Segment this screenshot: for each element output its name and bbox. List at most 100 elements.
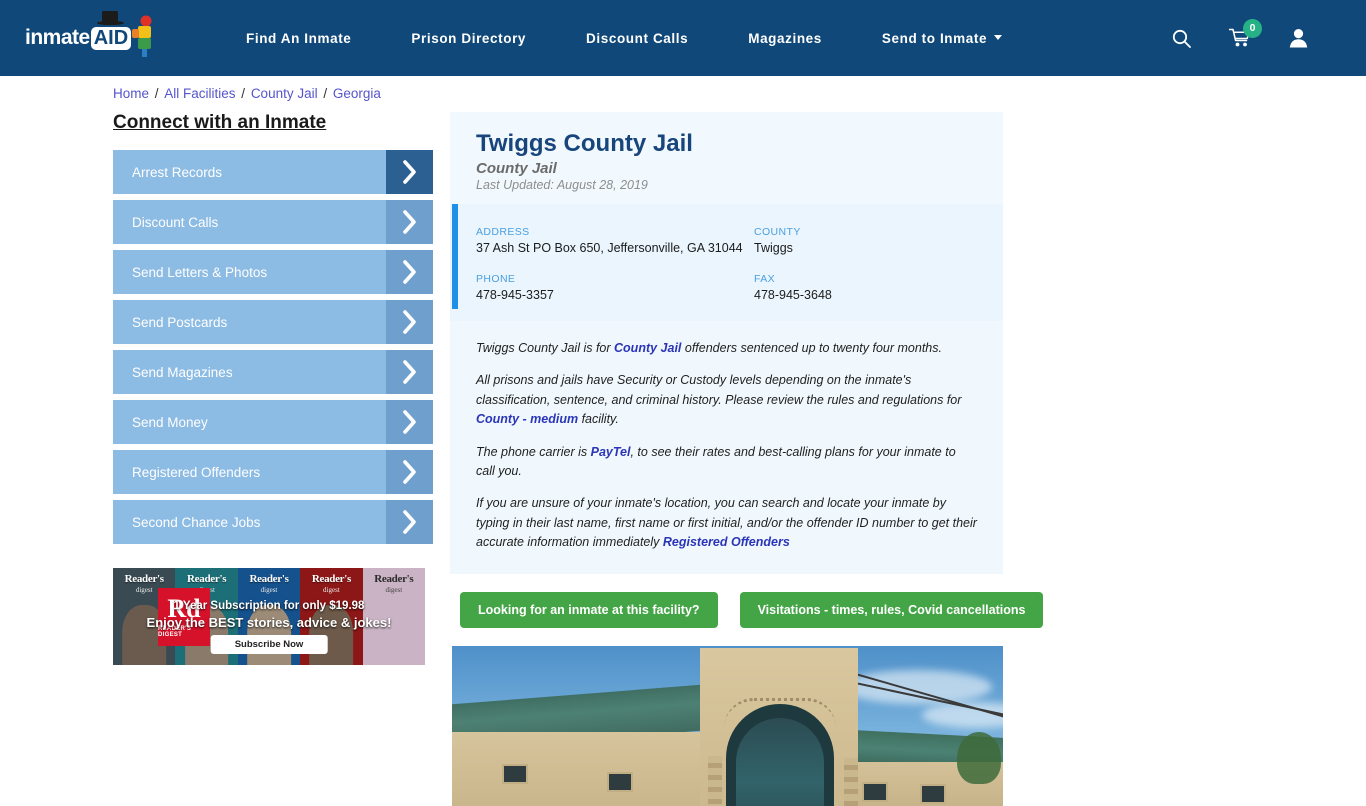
header-icon-group: 0	[1172, 19, 1308, 48]
chevron-right-icon	[386, 300, 433, 344]
ad-cover-title: Reader's	[124, 573, 164, 585]
breadcrumb-item-all-facilities[interactable]: All Facilities	[164, 86, 235, 101]
breadcrumb: Home / All Facilities / County Jail / Ge…	[113, 86, 381, 101]
nav-item-find-an-inmate[interactable]: Find An Inmate	[216, 31, 381, 46]
sidebar-item-label: Send Magazines	[132, 364, 233, 380]
chevron-right-icon	[386, 150, 433, 194]
info-value: Twiggs	[754, 241, 793, 255]
looking-for-inmate-button[interactable]: Looking for an inmate at this facility?	[460, 592, 718, 629]
visitations-info-button[interactable]: Visitations - times, rules, Covid cancel…	[739, 592, 1044, 629]
chevron-right-icon	[386, 200, 433, 244]
info-value: 37 Ash St PO Box 650, Jeffersonville, GA…	[476, 241, 743, 255]
breadcrumb-separator: /	[237, 86, 249, 101]
photo-pillar	[708, 756, 722, 806]
sidebar-item-label: Send Postcards	[132, 314, 228, 330]
info-accent-bar	[452, 204, 458, 309]
cta-button-row: Looking for an inmate at this facility? …	[450, 592, 1044, 629]
search-icon[interactable]	[1172, 29, 1191, 48]
chevron-right-icon	[386, 350, 433, 394]
sidebar-item-arrest-records[interactable]: Arrest Records	[113, 150, 433, 194]
sidebar-item-label: Send Money	[132, 414, 208, 430]
breadcrumb-separator: /	[151, 86, 163, 101]
sidebar-title: Connect with an Inmate	[113, 112, 327, 133]
facility-description: Twiggs County Jail is for County Jail of…	[450, 321, 1003, 575]
logo-wordmark: inmate	[25, 26, 90, 49]
facility-info-block: ADDRESS 37 Ash St PO Box 650, Jeffersonv…	[450, 204, 1003, 321]
info-field-county: COUNTY Twiggs	[754, 226, 977, 256]
description-paragraph-4: If you are unsure of your inmate's locat…	[476, 494, 977, 552]
sidebar-item-label: Second Chance Jobs	[132, 514, 261, 530]
sidebar-item-label: Send Letters & Photos	[132, 264, 268, 280]
sidebar-item-send-money[interactable]: Send Money	[113, 400, 433, 444]
breadcrumb-item-georgia[interactable]: Georgia	[333, 86, 381, 101]
ad-cover-title: Reader's	[374, 573, 414, 585]
link-registered-offenders[interactable]: Registered Offenders	[663, 535, 790, 549]
ad-cover-sub: digest	[260, 586, 278, 594]
ad-cover-title: Reader's	[311, 573, 351, 585]
photo-arch-trim	[724, 698, 836, 728]
sidebar-item-send-letters-photos[interactable]: Send Letters & Photos	[113, 250, 433, 294]
description-paragraph-1: Twiggs County Jail is for County Jail of…	[476, 339, 977, 358]
chevron-right-icon	[386, 250, 433, 294]
chevron-right-icon	[386, 400, 433, 444]
sidebar-item-registered-offenders[interactable]: Registered Offenders	[113, 450, 433, 494]
link-county-medium[interactable]: County - medium	[476, 412, 578, 426]
info-label: PHONE	[476, 273, 516, 285]
info-value: 478-945-3357	[476, 288, 554, 302]
user-account-icon[interactable]	[1289, 28, 1308, 48]
sidebar-item-send-magazines[interactable]: Send Magazines	[113, 350, 433, 394]
photo-window	[607, 772, 633, 793]
photo-tree	[957, 732, 1001, 785]
site-logo[interactable]: inmate AID	[0, 0, 180, 76]
link-paytel[interactable]: PayTel	[591, 445, 631, 459]
description-paragraph-2: All prisons and jails have Security or C…	[476, 371, 977, 429]
chevron-right-icon	[386, 500, 433, 544]
ad-headline-secondary: Enjoy the BEST stories, advice & jokes!	[146, 615, 392, 630]
info-field-phone: PHONE 478-945-3357	[476, 273, 754, 303]
nav-item-magazines[interactable]: Magazines	[718, 31, 852, 46]
sidebar-item-label: Discount Calls	[132, 214, 219, 230]
info-field-fax: FAX 478-945-3648	[754, 273, 977, 303]
photo-window	[862, 782, 888, 803]
photo-window	[502, 764, 528, 785]
description-paragraph-3: The phone carrier is PayTel, to see thei…	[476, 443, 977, 482]
facility-photo	[452, 646, 1003, 806]
sidebar-item-label: Registered Offenders	[132, 464, 261, 480]
breadcrumb-item-home[interactable]: Home	[113, 86, 149, 101]
advertisement-banner-readers-digest[interactable]: Reader's digest Reader's digest Reader's…	[113, 568, 425, 665]
info-label: FAX	[754, 273, 776, 285]
photo-window	[920, 784, 946, 805]
sidebar-item-send-postcards[interactable]: Send Postcards	[113, 300, 433, 344]
photo-wall-left	[452, 732, 718, 806]
main-navigation: Find An Inmate Prison Directory Discount…	[216, 31, 1172, 46]
chevron-right-icon	[386, 450, 433, 494]
nav-item-send-to-inmate[interactable]: Send to Inmate	[852, 31, 1032, 46]
nav-item-discount-calls[interactable]: Discount Calls	[556, 31, 718, 46]
desc-text: All prisons and jails have Security or C…	[476, 373, 962, 407]
sidebar-item-discount-calls[interactable]: Discount Calls	[113, 200, 433, 244]
logo-aid-badge: AID	[90, 26, 132, 50]
facility-type-label: County Jail	[476, 160, 557, 177]
sidebar-item-label: Arrest Records	[132, 164, 223, 180]
info-field-address: ADDRESS 37 Ash St PO Box 650, Jeffersonv…	[476, 226, 754, 256]
shopping-cart-icon[interactable]: 0	[1229, 19, 1262, 48]
page-title: Twiggs County Jail	[476, 130, 693, 157]
breadcrumb-item-county-jail[interactable]: County Jail	[251, 86, 318, 101]
sidebar: Connect with an Inmate Arrest Records Di…	[113, 112, 433, 550]
ad-cover-title: Reader's	[249, 573, 289, 585]
site-header: inmate AID Find An Inmate Prison Directo…	[0, 0, 1366, 76]
ad-cover-title: Reader's	[187, 573, 227, 585]
ad-cover-sub: digest	[323, 586, 340, 594]
ad-cover-sub: digest	[385, 586, 403, 594]
photo-arch-glass	[736, 718, 824, 806]
facility-header: Twiggs County Jail County Jail Last Upda…	[450, 112, 1003, 204]
sidebar-item-second-chance-jobs[interactable]: Second Chance Jobs	[113, 500, 433, 544]
info-label: ADDRESS	[476, 226, 530, 238]
link-county-jail[interactable]: County Jail	[614, 341, 681, 355]
nav-item-prison-directory[interactable]: Prison Directory	[381, 31, 556, 46]
last-updated-text: Last Updated: August 28, 2019	[476, 178, 648, 192]
breadcrumb-separator: /	[319, 86, 331, 101]
desc-text: facility.	[578, 412, 619, 427]
info-label: COUNTY	[754, 226, 801, 238]
ad-subscribe-button[interactable]: Subscribe Now	[210, 635, 328, 654]
